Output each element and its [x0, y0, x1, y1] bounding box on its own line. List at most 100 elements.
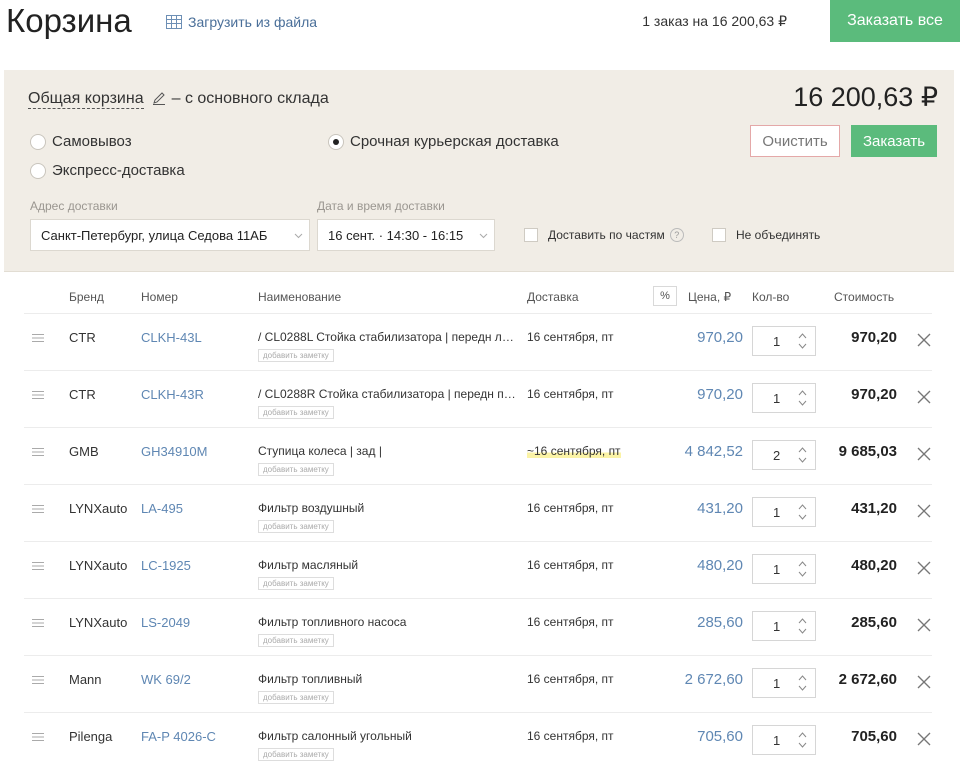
quantity-stepper[interactable]: 1	[752, 383, 816, 413]
no-merge-checkbox[interactable]: Не объединять	[712, 228, 820, 242]
item-price: 285,60	[697, 614, 743, 631]
radio-urgent-courier-dot[interactable]	[328, 133, 344, 150]
item-number-link[interactable]: LC-1925	[141, 558, 191, 573]
quantity-value[interactable]: 1	[773, 733, 780, 748]
radio-express-dot[interactable]	[30, 162, 46, 179]
drag-handle-icon[interactable]	[32, 390, 44, 400]
add-note-button[interactable]: добавить заметку	[258, 748, 334, 761]
cart-name-label[interactable]: Общая корзина	[28, 90, 144, 109]
drag-handle-icon[interactable]	[32, 561, 44, 571]
add-note-button[interactable]: добавить заметку	[258, 520, 334, 533]
item-brand: LYNXauto	[69, 558, 128, 573]
stepper-arrows-icon[interactable]	[798, 560, 807, 578]
table-row: LYNXauto LS-2049 Фильтр топливного насоса д…	[0, 598, 960, 655]
row-divider	[24, 598, 932, 599]
stepper-arrows-icon[interactable]	[798, 731, 807, 749]
add-note-button[interactable]: добавить заметку	[258, 577, 334, 590]
drag-handle-icon[interactable]	[32, 732, 44, 742]
item-number-link[interactable]: LA-495	[141, 501, 183, 516]
stepper-arrows-icon[interactable]	[798, 674, 807, 692]
percent-toggle[interactable]: %	[653, 286, 677, 306]
quantity-value[interactable]: 1	[773, 676, 780, 691]
item-delivery: 16 сентября, пт	[527, 387, 614, 401]
radio-pickup[interactable]: Самовывоз	[30, 133, 132, 150]
add-note-button[interactable]: добавить заметку	[258, 349, 334, 362]
split-delivery-checkbox[interactable]: Доставить по частям ?	[524, 228, 684, 242]
clear-cart-button[interactable]: Очистить	[750, 125, 840, 157]
col-brand: Бренд	[69, 290, 104, 304]
drag-handle-icon[interactable]	[32, 447, 44, 457]
item-price: 970,20	[697, 386, 743, 403]
item-brand: CTR	[69, 330, 96, 345]
quantity-stepper[interactable]: 1	[752, 668, 816, 698]
help-icon[interactable]: ?	[669, 228, 684, 242]
order-all-button[interactable]: Заказать все	[830, 0, 960, 42]
item-cost: 970,20	[851, 386, 897, 403]
item-delivery: 16 сентября, пт	[527, 558, 614, 572]
table-row: GMB GH34910M Ступица колеса | зад | добавит…	[0, 427, 960, 484]
stepper-arrows-icon[interactable]	[798, 446, 807, 464]
item-number-link[interactable]: GH34910M	[141, 444, 207, 459]
add-note-button[interactable]: добавить заметку	[258, 406, 334, 419]
close-icon[interactable]	[917, 333, 931, 347]
item-brand: LYNXauto	[69, 615, 128, 630]
no-merge-box[interactable]	[712, 228, 726, 242]
quantity-value[interactable]: 1	[773, 619, 780, 634]
drag-handle-icon[interactable]	[32, 675, 44, 685]
col-price: Цена, ₽	[688, 290, 732, 304]
quantity-stepper[interactable]: 1	[752, 497, 816, 527]
item-number-link[interactable]: FA-P 4026-C	[141, 729, 216, 744]
quantity-value[interactable]: 1	[773, 334, 780, 349]
item-brand: Pilenga	[69, 729, 113, 744]
item-number-link[interactable]: WK 69/2	[141, 672, 191, 687]
split-delivery-box[interactable]	[524, 228, 538, 242]
pencil-icon[interactable]	[152, 91, 166, 105]
address-select[interactable]: Санкт-Петербург, улица Седова 11АБ	[30, 219, 310, 251]
datetime-value: 16 сент. · 14:30 - 16:15	[328, 227, 464, 243]
drag-handle-icon[interactable]	[32, 333, 44, 343]
quantity-value[interactable]: 2	[773, 448, 780, 463]
stepper-arrows-icon[interactable]	[798, 389, 807, 407]
item-name: / CL0288R Стойка стабилизатора | передн …	[258, 387, 516, 401]
radio-urgent-courier[interactable]: Срочная курьерская доставка	[328, 133, 559, 150]
radio-express[interactable]: Экспресс-доставка	[30, 162, 185, 179]
item-delivery: 16 сентября, пт	[527, 672, 614, 686]
datetime-select[interactable]: 16 сент. · 14:30 - 16:15	[317, 219, 495, 251]
quantity-value[interactable]: 1	[773, 562, 780, 577]
quantity-stepper[interactable]: 2	[752, 440, 816, 470]
item-number-link[interactable]: LS-2049	[141, 615, 190, 630]
close-icon[interactable]	[917, 504, 931, 518]
quantity-stepper[interactable]: 1	[752, 725, 816, 755]
item-cost: 2 672,60	[838, 671, 897, 688]
add-note-button[interactable]: добавить заметку	[258, 691, 334, 704]
table-row: CTR CLKH-43R / CL0288R Стойка стабилизатор…	[0, 370, 960, 427]
col-name: Наименование	[258, 290, 342, 304]
stepper-arrows-icon[interactable]	[798, 332, 807, 350]
order-button[interactable]: Заказать	[851, 125, 937, 157]
add-note-button[interactable]: добавить заметку	[258, 634, 334, 647]
quantity-stepper[interactable]: 1	[752, 554, 816, 584]
close-icon[interactable]	[917, 675, 931, 689]
item-name: Фильтр воздушный	[258, 501, 365, 515]
item-name: Фильтр топливный	[258, 672, 363, 686]
drag-handle-icon[interactable]	[32, 504, 44, 514]
quantity-value[interactable]: 1	[773, 505, 780, 520]
close-icon[interactable]	[917, 390, 931, 404]
close-icon[interactable]	[917, 561, 931, 575]
stepper-arrows-icon[interactable]	[798, 503, 807, 521]
radio-pickup-dot[interactable]	[30, 133, 46, 150]
quantity-stepper[interactable]: 1	[752, 611, 816, 641]
add-note-button[interactable]: добавить заметку	[258, 463, 334, 476]
item-brand: LYNXauto	[69, 501, 128, 516]
quantity-value[interactable]: 1	[773, 391, 780, 406]
close-icon[interactable]	[917, 618, 931, 632]
close-icon[interactable]	[917, 732, 931, 746]
upload-from-file-link[interactable]: Загрузить из файла	[166, 14, 317, 30]
quantity-stepper[interactable]: 1	[752, 326, 816, 356]
drag-handle-icon[interactable]	[32, 618, 44, 628]
item-number-link[interactable]: CLKH-43R	[141, 387, 204, 402]
cart-panel: Общая корзина – с основного склада 16 200…	[4, 70, 954, 272]
close-icon[interactable]	[917, 447, 931, 461]
stepper-arrows-icon[interactable]	[798, 617, 807, 635]
item-number-link[interactable]: CLKH-43L	[141, 330, 202, 345]
